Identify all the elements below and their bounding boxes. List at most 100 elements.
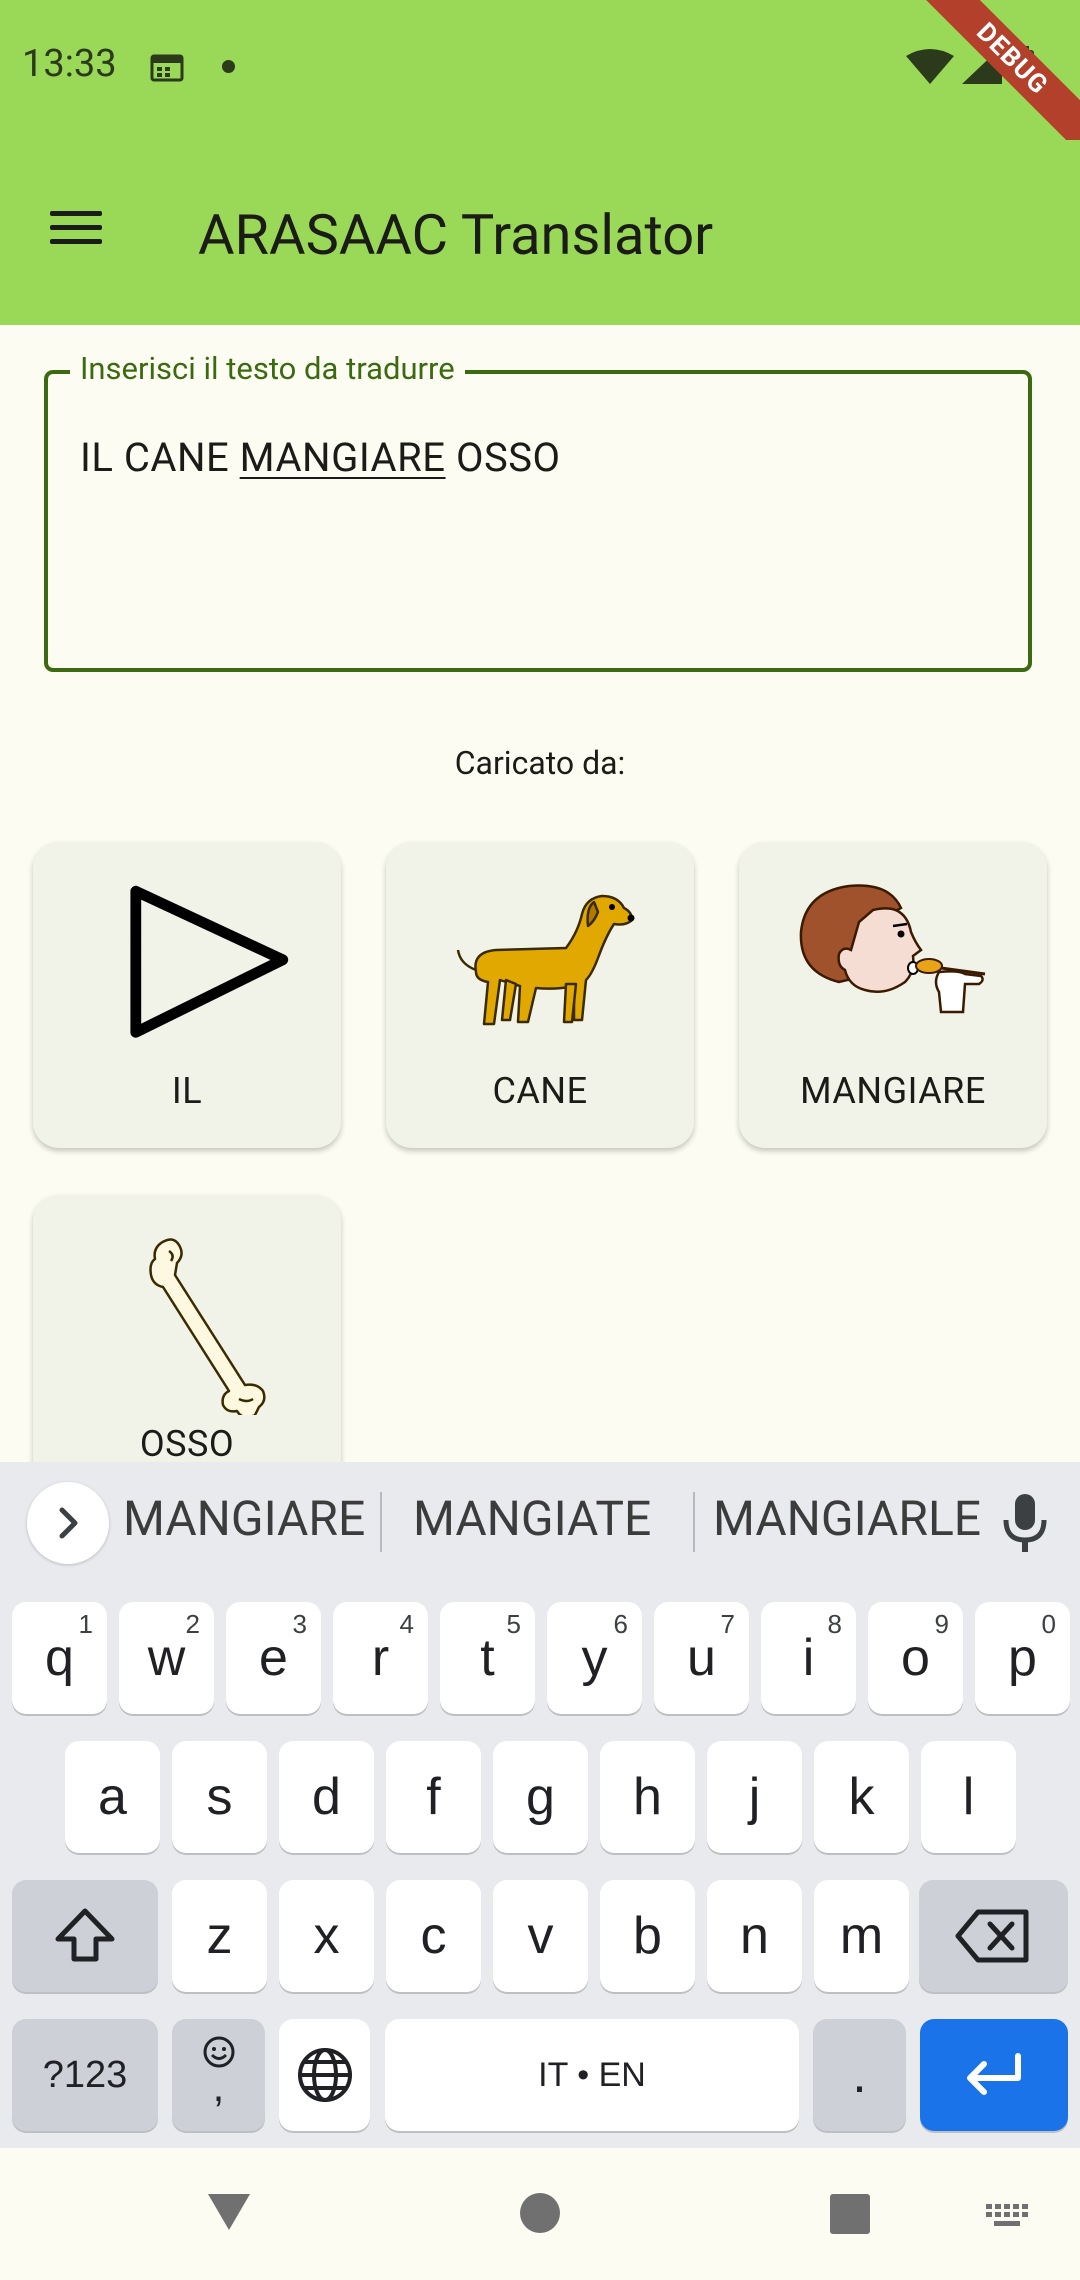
- menu-icon: [50, 211, 102, 216]
- suggestion-2[interactable]: MANGIATE: [413, 1490, 651, 1547]
- key-w[interactable]: w2: [119, 1602, 214, 1714]
- notification-dot-icon: [222, 60, 235, 73]
- key-e[interactable]: e3: [226, 1602, 321, 1714]
- key-u[interactable]: u7: [654, 1602, 749, 1714]
- enter-icon: [967, 2053, 1021, 2095]
- key-hint-number: 8: [827, 1609, 842, 1639]
- suggestion-expand-button[interactable]: [27, 1482, 109, 1564]
- emoji-comma-key[interactable]: ,: [172, 2019, 265, 2131]
- key-k[interactable]: k: [814, 1741, 909, 1853]
- key-f[interactable]: f: [386, 1741, 481, 1853]
- status-time: 13:33: [22, 42, 117, 86]
- keyboard-switch-icon[interactable]: [984, 2202, 1030, 2232]
- key-d[interactable]: d: [279, 1741, 374, 1853]
- key-r[interactable]: r4: [333, 1602, 428, 1714]
- menu-button[interactable]: [40, 202, 114, 262]
- person-eating-icon: [799, 884, 986, 1014]
- triangle-play-icon: [130, 885, 289, 1038]
- status-bar: 13:33 DEBUG: [0, 0, 1080, 165]
- key-label: t: [480, 1629, 495, 1687]
- key-l[interactable]: l: [921, 1741, 1016, 1853]
- key-label: z: [206, 1907, 233, 1965]
- key-label: e: [259, 1629, 288, 1687]
- key-hint-number: 6: [613, 1609, 628, 1639]
- key-label: k: [848, 1768, 875, 1826]
- text-input-field[interactable]: Inserisci il testo da tradurre IL CANE M…: [44, 350, 1032, 672]
- key-g[interactable]: g: [493, 1741, 588, 1853]
- backspace-icon: [955, 1909, 1028, 1963]
- key-b[interactable]: b: [600, 1880, 695, 1992]
- back-triangle-icon[interactable]: [206, 2192, 252, 2232]
- input-label: Inserisci il testo da tradurre: [70, 350, 465, 387]
- key-h[interactable]: h: [600, 1741, 695, 1853]
- microphone-icon[interactable]: [996, 1490, 1054, 1554]
- key-label: n: [740, 1907, 769, 1965]
- key-label: m: [839, 1907, 884, 1965]
- key-j[interactable]: j: [707, 1741, 802, 1853]
- language-key[interactable]: [279, 2019, 370, 2131]
- pictogram-label: CANE: [492, 1070, 588, 1112]
- key-s[interactable]: s: [172, 1741, 267, 1853]
- symbols-key[interactable]: ?123: [12, 2019, 158, 2131]
- period-key[interactable]: .: [813, 2019, 906, 2131]
- key-label: l: [962, 1768, 975, 1826]
- bone-icon: [149, 1238, 266, 1415]
- key-hint-number: 1: [78, 1609, 93, 1639]
- app-bar: ARASAAC Translator: [0, 140, 1080, 325]
- key-a[interactable]: a: [65, 1741, 160, 1853]
- pictogram-card-osso[interactable]: OSSO: [33, 1195, 341, 1501]
- key-label: c: [420, 1907, 447, 1965]
- dog-icon: [456, 894, 635, 1026]
- soft-keyboard: MANGIARE MANGIATE MANGIARLE q1w2e3r4t5y6…: [0, 1462, 1080, 2148]
- chevron-right-icon: [59, 1507, 78, 1539]
- pictogram-card-cane[interactable]: CANE: [386, 842, 694, 1148]
- pictogram-card-il[interactable]: IL: [33, 842, 341, 1148]
- key-p[interactable]: p0: [975, 1602, 1070, 1714]
- key-c[interactable]: c: [386, 1880, 481, 1992]
- key-label: d: [312, 1768, 341, 1826]
- key-label: p: [1008, 1629, 1037, 1687]
- key-v[interactable]: v: [493, 1880, 588, 1992]
- suggestion-3[interactable]: MANGIARLE: [713, 1490, 981, 1547]
- shift-key[interactable]: [12, 1880, 158, 1992]
- pictogram-label: OSSO: [139, 1423, 235, 1465]
- key-label: q: [45, 1629, 74, 1687]
- key-hint-number: 3: [292, 1609, 307, 1639]
- key-n[interactable]: n: [707, 1880, 802, 1992]
- key-hint-number: 2: [185, 1609, 200, 1639]
- key-label: b: [633, 1907, 662, 1965]
- key-label: g: [526, 1768, 555, 1826]
- key-y[interactable]: y6: [547, 1602, 642, 1714]
- key-q[interactable]: q1: [12, 1602, 107, 1714]
- suggestion-bar: MANGIARE MANGIATE MANGIARLE: [0, 1462, 1080, 1580]
- suggestion-divider: [380, 1492, 382, 1552]
- key-i[interactable]: i8: [761, 1602, 856, 1714]
- space-key[interactable]: IT • EN: [385, 2019, 799, 2131]
- backspace-key[interactable]: [919, 1880, 1068, 1992]
- wifi-icon: [906, 49, 954, 84]
- suggestion-1[interactable]: MANGIARE: [123, 1490, 365, 1547]
- globe-icon: [297, 2048, 352, 2102]
- key-t[interactable]: t5: [440, 1602, 535, 1714]
- key-label: h: [633, 1768, 662, 1826]
- key-o[interactable]: o9: [868, 1602, 963, 1714]
- key-label: u: [687, 1629, 716, 1687]
- pictogram-label: IL: [171, 1070, 203, 1112]
- page-title: ARASAAC Translator: [198, 202, 714, 268]
- key-m[interactable]: m: [814, 1880, 909, 1992]
- suggestion-divider: [693, 1492, 695, 1552]
- pictogram-card-mangiare[interactable]: MANGIARE: [739, 842, 1047, 1148]
- key-label: f: [426, 1768, 441, 1826]
- navigation-bar: [0, 2148, 1080, 2280]
- key-z[interactable]: z: [172, 1880, 267, 1992]
- key-label: s: [206, 1768, 233, 1826]
- enter-key[interactable]: [920, 2019, 1068, 2131]
- key-x[interactable]: x: [279, 1880, 374, 1992]
- home-circle-icon[interactable]: [519, 2192, 561, 2234]
- recents-square-icon[interactable]: [829, 2193, 871, 2235]
- key-hint-number: 9: [934, 1609, 949, 1639]
- key-label: o: [901, 1629, 930, 1687]
- loaded-by-text: Caricato da:: [454, 744, 626, 782]
- input-value[interactable]: IL CANE MANGIARE OSSO: [80, 434, 561, 481]
- key-label: i: [802, 1629, 815, 1687]
